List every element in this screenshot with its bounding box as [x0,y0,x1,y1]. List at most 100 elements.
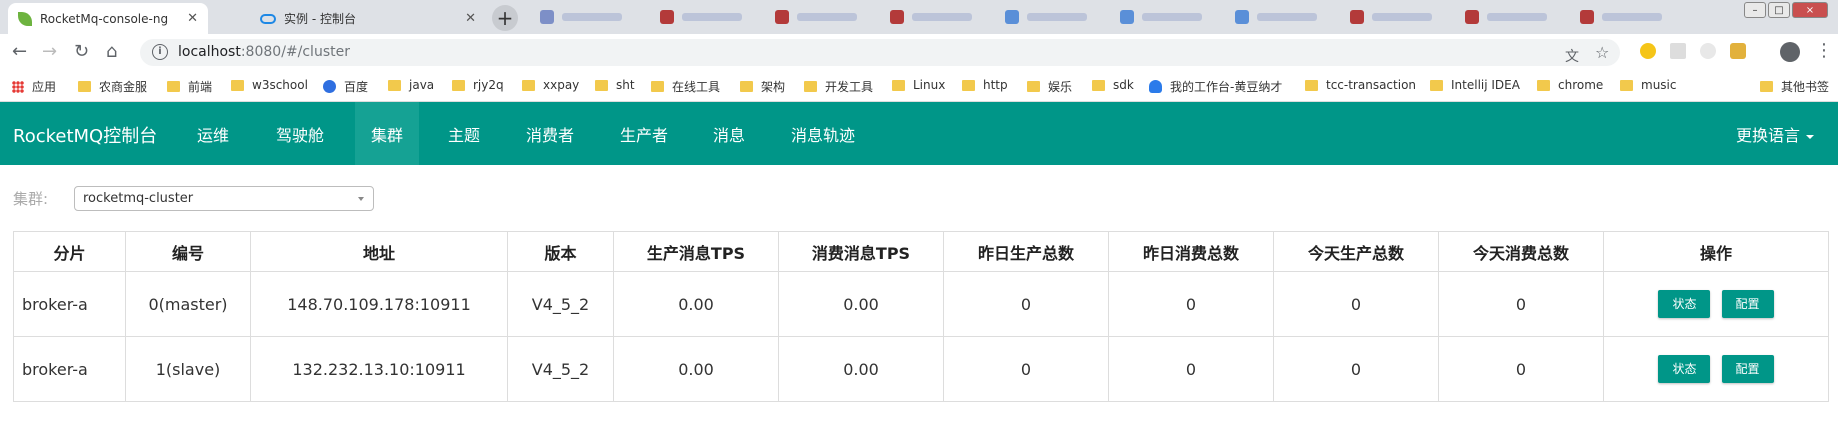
cell-version: V4_5_2 [507,271,614,337]
bookmark-folder[interactable]: 架构 [740,78,785,95]
background-tab[interactable] [1120,5,1202,29]
profile-avatar-icon[interactable] [1780,42,1800,62]
translate-icon[interactable]: 文 [1565,46,1579,66]
folder-icon [1620,79,1633,91]
address-bar[interactable]: i localhost:8080/#/cluster 文 ☆ [140,39,1620,66]
nav-producer[interactable]: 生产者 [604,102,684,165]
bookmark-folder[interactable]: music [1620,78,1676,92]
bookmark-folder[interactable]: http [962,78,1008,92]
close-window-button[interactable]: × [1792,2,1828,18]
bookmark-folder[interactable]: rjy2q [452,78,504,92]
cell-today-produce: 0 [1273,271,1439,337]
cluster-select[interactable]: rocketmq-cluster [74,186,374,211]
info-icon[interactable]: i [152,44,168,60]
nav-dashboard[interactable]: 驾驶舱 [260,102,340,165]
column-header: 编号 [125,231,251,272]
background-tab[interactable] [1005,5,1087,29]
extension-icon[interactable] [1640,43,1656,59]
background-tab[interactable] [1235,5,1317,29]
background-tab[interactable] [1465,5,1547,29]
bookmark-apps[interactable]: 应用 [12,78,56,95]
status-button[interactable]: 状态 [1658,355,1711,383]
background-tab[interactable] [775,5,857,29]
extension-icon[interactable] [1730,43,1746,59]
tab-console-instance[interactable]: 实例 - 控制台 ✕ [250,3,486,34]
background-tab[interactable] [660,5,742,29]
background-tab[interactable] [540,5,622,29]
bookmark-label: 百度 [344,80,369,94]
background-tab[interactable] [1580,5,1662,29]
column-header: 版本 [507,231,614,272]
bookmark-other[interactable]: 其他书签 [1760,78,1829,95]
cell-address: 148.70.109.178:10911 [250,271,508,337]
caret-down-icon [1806,134,1814,139]
nav-message[interactable]: 消息 [697,102,761,165]
column-header: 消费消息TPS [778,231,944,272]
bookmark-label: chrome [1558,78,1604,92]
bookmark-label: 前端 [188,80,213,94]
bookmark-label: Linux [913,78,946,92]
bookmark-folder[interactable]: 开发工具 [804,78,873,95]
brand-title[interactable]: RocketMQ控制台 [13,122,157,148]
bookmark-folder[interactable]: Intellij IDEA [1430,78,1520,92]
bookmark-label: http [983,78,1008,92]
url-text[interactable]: localhost:8080/#/cluster [178,44,350,60]
bookmark-folder[interactable]: w3school [231,78,308,92]
bookmark-label: 我的工作台-黄豆纳才 [1170,80,1283,94]
minimize-button[interactable]: – [1744,2,1766,18]
home-icon[interactable]: ⌂ [106,42,117,62]
bookmark-label: 娱乐 [1048,80,1073,94]
bookmark-workbench[interactable]: 我的工作台-黄豆纳才 [1149,78,1282,95]
back-arrow-icon[interactable]: ← [12,42,27,62]
caret-down-icon [358,197,364,201]
bookmark-label: w3school [252,78,308,92]
cell-broker-name: broker-a [13,271,126,337]
close-icon[interactable]: ✕ [465,11,476,26]
reload-icon[interactable]: ↻ [74,42,89,62]
table-row: broker-a 0(master) 148.70.109.178:10911 … [13,271,1829,337]
extension-icon[interactable] [1670,43,1686,59]
extension-icon[interactable] [1700,43,1716,59]
bookmark-folder[interactable]: tcc-transaction [1305,78,1416,92]
nav-consumer[interactable]: 消费者 [510,102,590,165]
bookmark-folder[interactable]: 前端 [167,78,212,95]
nav-ops[interactable]: 运维 [181,102,245,165]
cloud-icon [260,13,276,24]
close-icon[interactable]: ✕ [187,11,198,26]
bookmark-folder[interactable]: 在线工具 [651,78,720,95]
bookmark-folder[interactable]: Linux [892,78,945,92]
bookmark-folder[interactable]: java [388,78,434,92]
url-path: :8080/#/cluster [240,44,350,60]
nav-message-trace[interactable]: 消息轨迹 [775,102,871,165]
bookmark-folder[interactable]: chrome [1537,78,1603,92]
maximize-button[interactable]: □ [1768,2,1790,18]
more-menu-icon[interactable]: ⋮ [1815,40,1833,61]
folder-icon [522,79,535,91]
forward-arrow-icon[interactable]: → [42,42,57,62]
bookmark-label: java [409,78,435,92]
nav-cluster[interactable]: 集群 [355,102,420,165]
folder-icon [1092,79,1105,91]
cell-yesterday-produce: 0 [943,271,1109,337]
cell-produce-tps: 0.00 [613,336,779,402]
language-dropdown[interactable]: 更换语言 [1736,122,1814,146]
new-tab-button[interactable]: + [492,5,518,31]
column-header: 操作 [1603,231,1829,272]
bookmark-folder[interactable]: 农商金服 [78,78,147,95]
config-button[interactable]: 配置 [1721,355,1774,383]
bookmark-folder[interactable]: xxpay [522,78,579,92]
star-icon[interactable]: ☆ [1595,43,1609,62]
bookmark-label: 开发工具 [825,80,874,94]
cell-today-consume: 0 [1438,271,1604,337]
bookmark-folder[interactable]: 娱乐 [1027,78,1072,95]
browser-toolbar: ← → ↻ ⌂ i localhost:8080/#/cluster 文 ☆ ⋮ [0,34,1838,70]
background-tab[interactable] [1350,5,1432,29]
background-tab[interactable] [890,5,972,29]
bookmark-folder[interactable]: sht [595,78,635,92]
tab-rocketmq-console[interactable]: RocketMq-console-ng ✕ [8,3,208,34]
config-button[interactable]: 配置 [1721,290,1774,318]
status-button[interactable]: 状态 [1658,290,1711,318]
bookmark-folder[interactable]: sdk [1092,78,1134,92]
nav-topic[interactable]: 主题 [432,102,496,165]
bookmark-baidu[interactable]: 百度 [323,78,368,95]
